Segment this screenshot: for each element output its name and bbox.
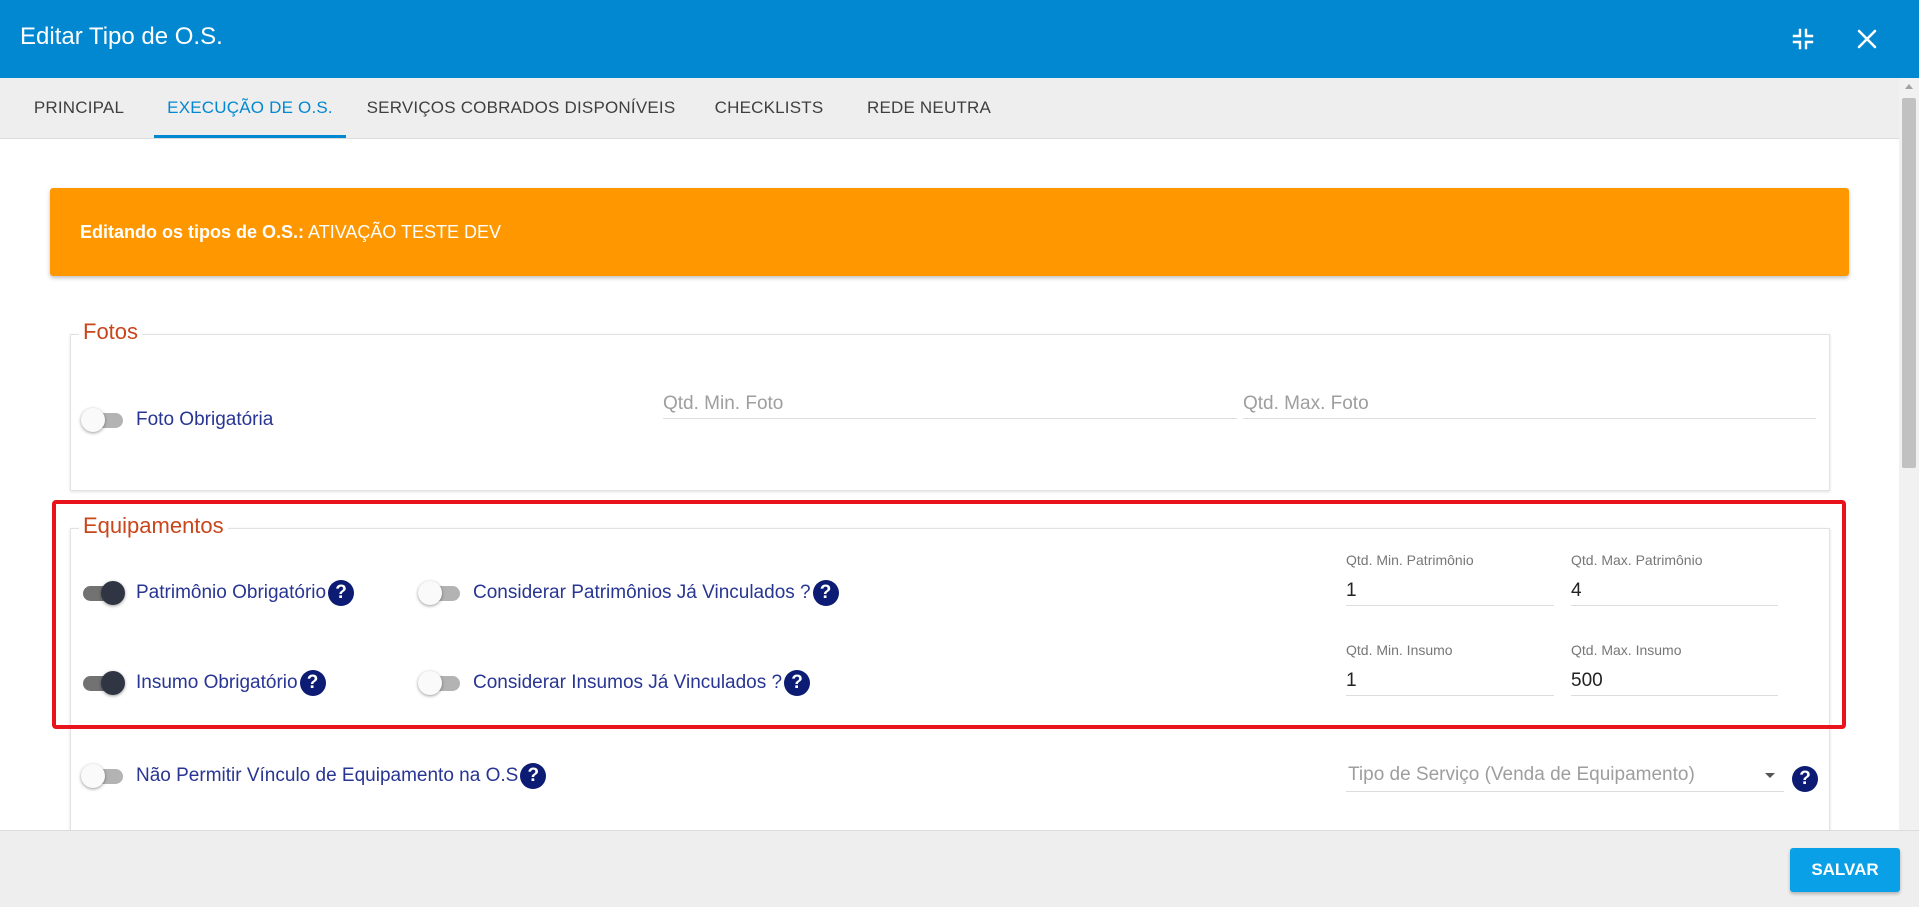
collapse-arrows-icon[interactable] [1786,22,1820,56]
scroll-up-arrow-icon[interactable] [1905,84,1913,89]
dialog-header: Editar Tipo de O.S. [0,0,1919,78]
banner-prefix: Editando os tipos de O.S.: [80,222,305,242]
tab-execucao-os[interactable]: EXECUÇÃO DE O.S. [154,78,346,138]
tab-principal[interactable]: PRINCIPAL [20,78,138,138]
highlight-annotation-box [52,500,1846,729]
help-icon[interactable]: ? [520,763,547,789]
qtd-max-foto-field[interactable] [1243,390,1816,418]
tab-bar: PRINCIPAL EXECUÇÃO DE O.S. SERVIÇOS COBR… [0,78,1919,139]
banner-value: ATIVAÇÃO TESTE DEV [304,222,502,242]
fotos-legend: Fotos [79,319,143,345]
tab-checklists[interactable]: CHECKLISTS [706,78,832,138]
nao-permitir-vinculo-row: Não Permitir Vínculo de Equipamento na O… [136,763,547,789]
scroll-thumb[interactable] [1902,98,1916,468]
tipo-servico-placeholder: Tipo de Serviço (Venda de Equipamento) [1348,764,1695,785]
nao-permitir-vinculo-label: Não Permitir Vínculo de Equipamento na O… [136,765,519,787]
foto-obrigatoria-label: Foto Obrigatória [136,409,274,430]
close-icon[interactable] [1850,22,1884,56]
foto-obrigatoria-toggle[interactable] [81,407,125,433]
editing-banner: Editando os tipos de O.S.: ATIVAÇÃO TEST… [50,188,1849,276]
nao-permitir-vinculo-toggle[interactable] [81,763,125,789]
banner-text: Editando os tipos de O.S.: ATIVAÇÃO TEST… [80,222,501,243]
dropdown-caret-icon [1765,773,1775,778]
dialog-title: Editar Tipo de O.S. [20,23,223,50]
qtd-min-foto-input[interactable] [663,390,1237,419]
dialog-footer: SALVAR [0,830,1919,907]
save-button[interactable]: SALVAR [1790,848,1900,892]
qtd-min-foto-field[interactable] [663,390,1237,418]
tipo-servico-select[interactable]: Tipo de Serviço (Venda de Equipamento) [1346,763,1784,792]
qtd-max-foto-input[interactable] [1243,390,1816,419]
help-icon[interactable]: ? [1792,766,1818,792]
tab-rede-neutra[interactable]: REDE NEUTRA [858,78,1000,138]
scrollbar[interactable] [1899,78,1919,830]
tab-servicos-cobrados[interactable]: SERVIÇOS COBRADOS DISPONÍVEIS [366,78,676,138]
